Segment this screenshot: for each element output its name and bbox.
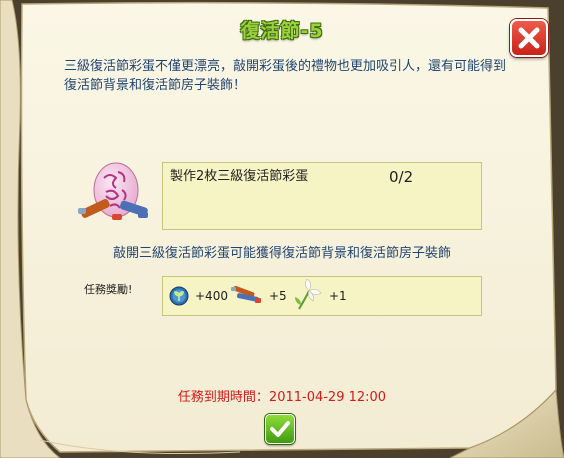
dialog-title: 復活節-5 [240, 20, 324, 42]
easter-egg-icon [78, 162, 148, 220]
reward-panel: +400 +5 +1 [162, 276, 482, 316]
checkmark-icon [270, 421, 290, 437]
reward-item-brushes: +5 [231, 277, 293, 315]
close-icon [518, 27, 540, 49]
reward-hint: 敲開三級復活節彩蛋可能獲得復活節背景和復活節房子裝飾 [112, 246, 451, 261]
lily-flower-icon [295, 279, 322, 310]
confirm-button[interactable] [265, 414, 295, 444]
sprout-coin-icon [169, 286, 189, 306]
reward-item-flower: +1 [293, 277, 353, 315]
reward-label: 任務獎勵! [84, 283, 133, 296]
close-button[interactable] [510, 19, 548, 57]
task-progress: 0/2 [389, 168, 414, 186]
reward-value: +400 [195, 289, 228, 303]
expiry-time: 任務到期時間：2011-04-29 12:00 [177, 390, 387, 405]
task-objective-panel: 製作2枚三級復活節彩蛋 0/2 [162, 162, 482, 230]
reward-value: +5 [269, 289, 287, 303]
reward-value: +1 [329, 289, 347, 303]
task-label: 製作2枚三級復活節彩蛋 [170, 169, 309, 184]
quest-description: 三級復活節彩蛋不僅更漂亮，敲開彩蛋後的禮物也更加吸引人，還有可能得到復活節背景和… [64, 59, 507, 93]
paint-brushes-icon [231, 285, 261, 303]
quest-dialog: 復活節-5 三級復活節彩蛋不僅更漂亮，敲開彩蛋後的禮物也更加吸引人，還有可能得到… [0, 0, 564, 458]
reward-item-coins: +400 [167, 277, 237, 315]
